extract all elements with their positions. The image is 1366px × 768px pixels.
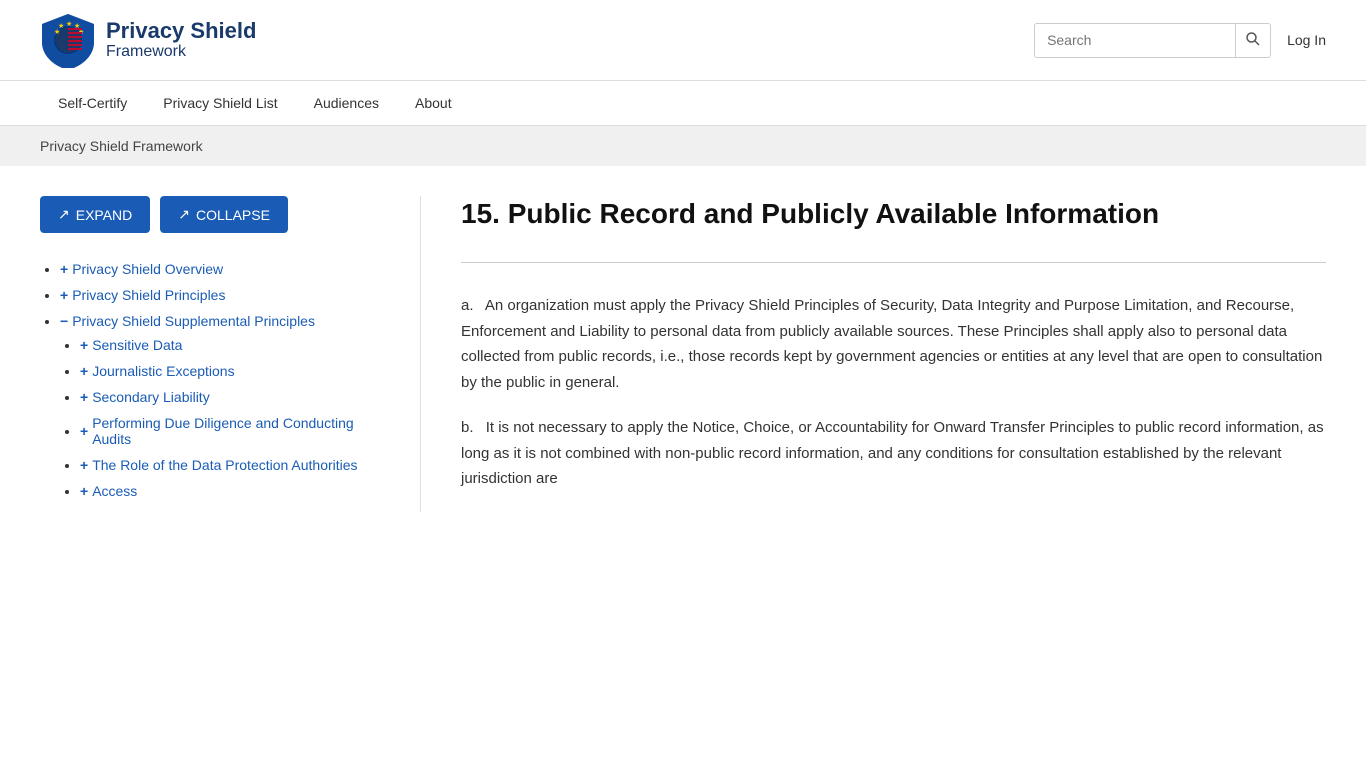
sidebar-item-due-diligence[interactable]: + Performing Due Diligence and Conductin… [80, 415, 380, 447]
sub-list: + Sensitive Data + Journalistic Exceptio… [60, 337, 380, 499]
sidebar-item-dpa-role-label: The Role of the Data Protection Authorit… [92, 457, 357, 473]
sidebar-item-journalistic-label: Journalistic Exceptions [92, 363, 234, 379]
expand-label: EXPAND [76, 207, 133, 223]
content-divider [461, 262, 1326, 263]
nav-bar: Self-Certify Privacy Shield List Audienc… [0, 81, 1366, 126]
plus-icon: + [80, 363, 88, 379]
nav-item-privacy-shield-list[interactable]: Privacy Shield List [145, 81, 295, 125]
nav-item-audiences[interactable]: Audiences [296, 81, 397, 125]
list-item: + Journalistic Exceptions [80, 363, 380, 379]
search-button[interactable] [1235, 24, 1270, 57]
content-paragraph-a: a. An organization must apply the Privac… [461, 293, 1326, 395]
sidebar-item-access[interactable]: + Access [80, 483, 137, 499]
plus-icon: + [80, 483, 88, 499]
plus-icon: + [80, 389, 88, 405]
page-title: 15. Public Record and Publicly Available… [461, 196, 1326, 232]
content-paragraph-b: b. It is not necessary to apply the Noti… [461, 415, 1326, 492]
main-content: ↗ EXPAND ↗ COLLAPSE + Privacy Shield Ove… [0, 166, 1366, 542]
list-item: + Access [80, 483, 380, 499]
sidebar-item-dpa-role[interactable]: + The Role of the Data Protection Author… [80, 457, 358, 473]
logo-icon: ★ ★ ★ ★ ★ [40, 12, 96, 68]
list-item: + Secondary Liability [80, 389, 380, 405]
sidebar-buttons: ↗ EXPAND ↗ COLLAPSE [40, 196, 380, 233]
sidebar-item-overview[interactable]: + Privacy Shield Overview [60, 261, 223, 277]
logo-area: ★ ★ ★ ★ ★ Privacy Shield Framework [40, 12, 256, 68]
svg-text:★: ★ [58, 22, 64, 30]
para-text-a: An organization must apply the Privacy S… [461, 297, 1322, 391]
sidebar-item-principles-label: Privacy Shield Principles [72, 287, 225, 303]
logo-title: Privacy Shield [106, 19, 256, 43]
sidebar-item-sensitive-label: Sensitive Data [92, 337, 182, 353]
para-text-b: It is not necessary to apply the Notice,… [461, 419, 1324, 487]
sidebar-item-overview-label: Privacy Shield Overview [72, 261, 223, 277]
list-item: + Performing Due Diligence and Conductin… [80, 415, 380, 447]
sidebar-item-principles[interactable]: + Privacy Shield Principles [60, 287, 225, 303]
breadcrumb-text: Privacy Shield Framework [40, 138, 203, 154]
logo-text: Privacy Shield Framework [106, 19, 256, 61]
plus-icon: + [60, 261, 68, 277]
content-area: 15. Public Record and Publicly Available… [420, 196, 1326, 512]
plus-icon: + [80, 423, 88, 439]
svg-text:★: ★ [66, 20, 72, 28]
nav-item-about[interactable]: About [397, 81, 470, 125]
logo-subtitle: Framework [106, 43, 256, 61]
para-label-b: b. [461, 415, 474, 441]
minus-icon: − [60, 313, 68, 329]
list-item: − Privacy Shield Supplemental Principles… [60, 313, 380, 499]
sidebar-item-supplemental[interactable]: − Privacy Shield Supplemental Principles [60, 313, 315, 329]
breadcrumb: Privacy Shield Framework [0, 126, 1366, 166]
search-box [1034, 23, 1271, 58]
list-item: + Sensitive Data [80, 337, 380, 353]
header: ★ ★ ★ ★ ★ Privacy Shield Framework [0, 0, 1366, 81]
collapse-icon: ↗ [178, 206, 190, 223]
plus-icon: + [60, 287, 68, 303]
expand-button[interactable]: ↗ EXPAND [40, 196, 150, 233]
plus-icon: + [80, 457, 88, 473]
sidebar-item-supplemental-label: Privacy Shield Supplemental Principles [72, 313, 315, 329]
collapse-label: COLLAPSE [196, 207, 270, 223]
search-icon [1246, 32, 1260, 46]
plus-icon: + [80, 337, 88, 353]
sidebar-item-secondary[interactable]: + Secondary Liability [80, 389, 210, 405]
login-button[interactable]: Log In [1287, 32, 1326, 48]
sidebar-item-journalistic[interactable]: + Journalistic Exceptions [80, 363, 235, 379]
list-item: + Privacy Shield Principles [60, 287, 380, 303]
expand-icon: ↗ [58, 206, 70, 223]
sidebar-nav: + Privacy Shield Overview + Privacy Shie… [40, 261, 380, 499]
sidebar: ↗ EXPAND ↗ COLLAPSE + Privacy Shield Ove… [40, 196, 420, 512]
list-item: + The Role of the Data Protection Author… [80, 457, 380, 473]
sidebar-item-access-label: Access [92, 483, 137, 499]
collapse-button[interactable]: ↗ COLLAPSE [160, 196, 288, 233]
search-input[interactable] [1035, 24, 1235, 56]
para-label-a: a. [461, 293, 474, 319]
header-right: Log In [1034, 23, 1326, 58]
sidebar-item-due-diligence-label: Performing Due Diligence and Conducting … [92, 415, 380, 447]
sidebar-item-sensitive-data[interactable]: + Sensitive Data [80, 337, 182, 353]
sidebar-item-secondary-label: Secondary Liability [92, 389, 210, 405]
nav-item-self-certify[interactable]: Self-Certify [40, 81, 145, 125]
list-item: + Privacy Shield Overview [60, 261, 380, 277]
